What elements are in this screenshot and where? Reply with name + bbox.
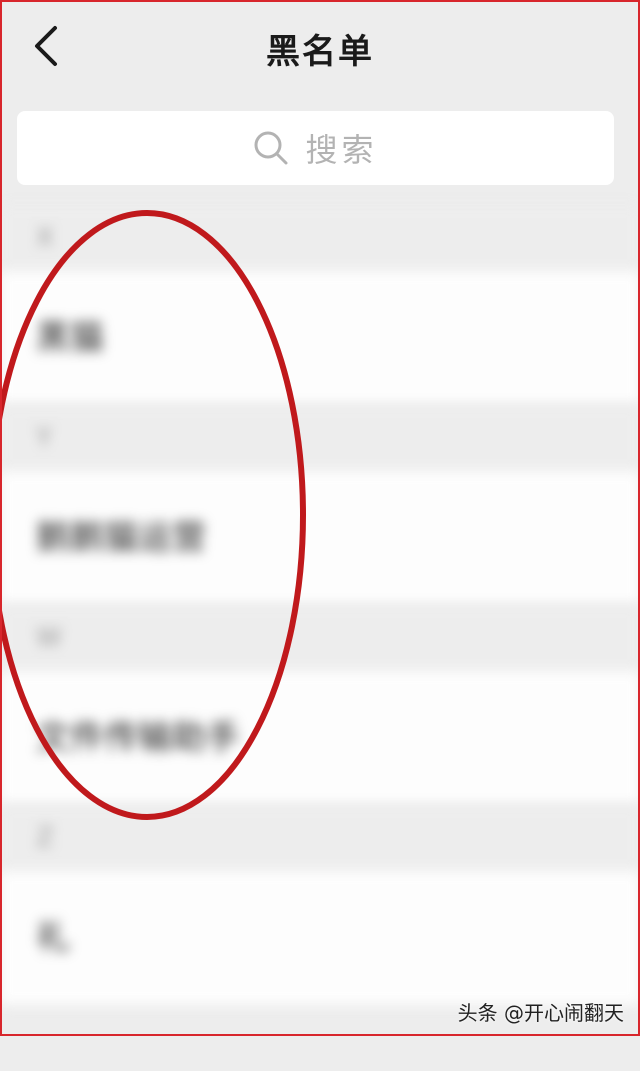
list-item[interactable]: 礼	[0, 871, 640, 1005]
section-header: X	[0, 205, 640, 271]
section-header: W	[0, 605, 640, 671]
search-placeholder: 搜索	[305, 131, 378, 169]
search-bar[interactable]: 搜索	[17, 111, 614, 185]
top-bar: 黑名单	[0, 0, 640, 96]
blacklist: X 黑猫 Y 鹅鹅猫运营 W 文件传输助手 Z 礼	[0, 205, 640, 1071]
search-icon	[254, 131, 288, 165]
page-title: 黑名单	[266, 32, 374, 72]
section-header: Z	[0, 805, 640, 871]
list-item[interactable]: 鹅鹅猫运营	[0, 471, 640, 605]
section-header: Y	[0, 405, 640, 471]
list-item[interactable]: 文件传输助手	[0, 671, 640, 805]
list-item[interactable]: 黑猫	[0, 271, 640, 405]
watermark: 头条 @开心闹翻天	[457, 1001, 624, 1025]
